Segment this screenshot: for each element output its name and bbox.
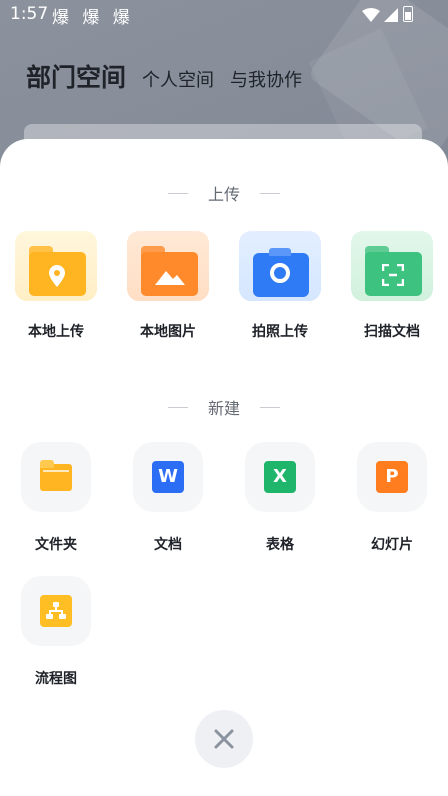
upload-local-image[interactable]: 本地图片 xyxy=(126,231,210,341)
new-section-title: 新建 xyxy=(0,395,448,419)
upload-local-file[interactable]: 本地上传 xyxy=(14,231,98,341)
status-time: 1:57 xyxy=(10,4,49,24)
upload-item-label: 本地图片 xyxy=(140,324,196,340)
new-document-button[interactable]: W 文档 xyxy=(126,442,210,554)
new-item-label: 幻灯片 xyxy=(371,537,413,553)
folder-icon xyxy=(21,442,91,512)
header-tabs: 部门空间 个人空间 与我协作 xyxy=(26,58,318,94)
new-spreadsheet-button[interactable]: X 表格 xyxy=(238,442,322,554)
upload-item-label: 本地上传 xyxy=(28,324,84,340)
create-upload-sheet: 上传 本地上传 本地图片 拍照上传 扫描文档 新建 文件夹 W 文档 X 表格 … xyxy=(0,139,448,796)
new-item-label: 表格 xyxy=(266,537,294,553)
signal-icon xyxy=(384,8,398,22)
tab-shared-with-me[interactable]: 与我协作 xyxy=(230,66,302,92)
divider xyxy=(167,406,188,408)
divider xyxy=(260,406,280,408)
close-button[interactable] xyxy=(195,710,253,768)
notification-icons: 爆 爆 爆 xyxy=(52,8,134,28)
upload-item-label: 拍照上传 xyxy=(252,324,308,340)
upload-scan-document[interactable]: 扫描文档 xyxy=(350,231,434,341)
new-slides-button[interactable]: P 幻灯片 xyxy=(350,442,434,554)
tab-department-space[interactable]: 部门空间 xyxy=(26,58,126,94)
upload-section-title: 上传 xyxy=(0,181,448,205)
slides-icon: P xyxy=(357,442,427,512)
close-icon xyxy=(214,729,234,749)
upload-item-label: 扫描文档 xyxy=(364,324,420,340)
new-item-label: 文件夹 xyxy=(35,537,77,553)
word-doc-icon: W xyxy=(133,442,203,512)
location-folder-icon xyxy=(15,231,97,301)
battery-icon xyxy=(403,6,413,22)
divider xyxy=(167,192,188,194)
new-folder-button[interactable]: 文件夹 xyxy=(14,442,98,554)
camera-icon xyxy=(239,231,321,301)
new-item-label: 文档 xyxy=(154,537,182,553)
divider xyxy=(260,192,280,194)
spreadsheet-icon: X xyxy=(245,442,315,512)
tab-personal-space[interactable]: 个人空间 xyxy=(142,66,214,92)
new-item-label: 流程图 xyxy=(35,671,77,687)
image-folder-icon xyxy=(127,231,209,301)
wifi-icon xyxy=(362,8,380,22)
upload-take-photo[interactable]: 拍照上传 xyxy=(238,231,322,341)
scan-icon xyxy=(351,231,433,301)
flowchart-icon xyxy=(21,576,91,646)
new-flowchart-button[interactable]: 流程图 xyxy=(14,576,98,688)
status-bar: 1:57 爆 爆 爆 xyxy=(0,0,448,30)
